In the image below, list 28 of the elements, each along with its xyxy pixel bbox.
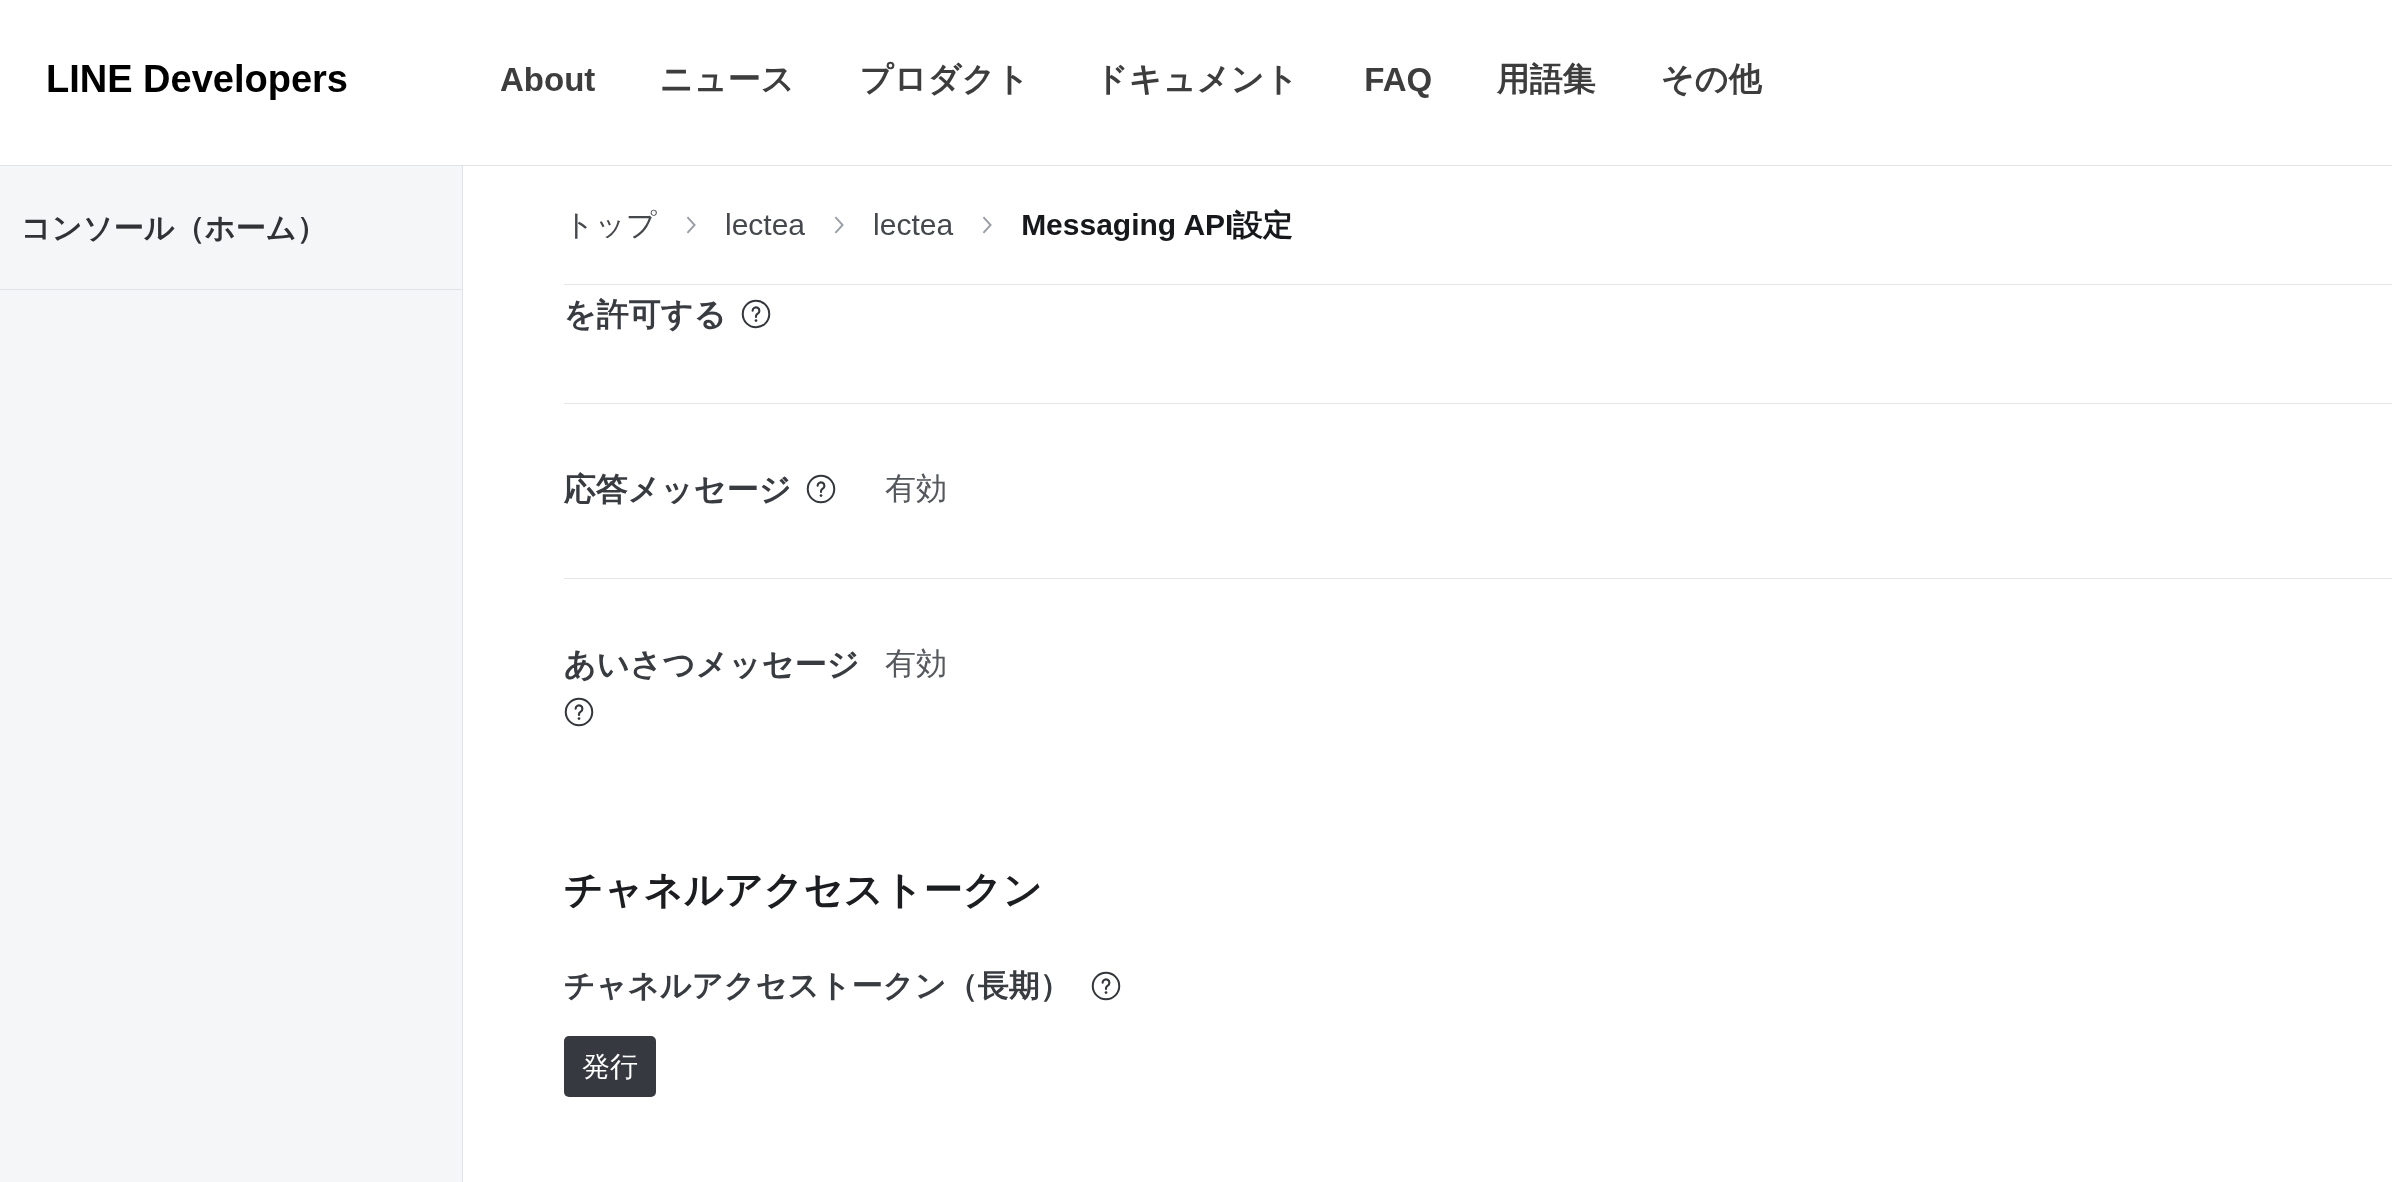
setting-value: 有効 [885, 470, 947, 508]
breadcrumb-link[interactable]: lectea [725, 205, 806, 245]
sidebar-item[interactable]: コンソール（ホーム） [0, 166, 462, 290]
setting-label: 応答メッセージ [564, 470, 792, 508]
setting-label: を許可する [564, 295, 727, 333]
nav-link[interactable]: プロダクト [860, 57, 1031, 102]
nav-link[interactable]: About [500, 60, 596, 99]
field-label: チャネルアクセストークン（長期） [564, 967, 1071, 1005]
help-icon[interactable] [564, 697, 594, 727]
nav-link[interactable]: ドキュメント [1095, 57, 1300, 102]
help-icon[interactable] [741, 299, 771, 329]
setting-value: 有効 [885, 645, 947, 683]
chevron-right-icon [833, 215, 846, 235]
nav-link[interactable]: 用語集 [1497, 57, 1597, 102]
chevron-right-icon [981, 215, 994, 235]
current-page-title: Messaging API設定 [1021, 207, 1294, 243]
nav-link[interactable]: ニュース [660, 57, 796, 102]
nav-link[interactable]: FAQ [1364, 60, 1433, 99]
help-icon[interactable] [806, 474, 836, 504]
setting-label: あいさつメッセージ [564, 645, 860, 683]
help-icon[interactable] [1091, 971, 1121, 1001]
section-heading: チャネルアクセストークン [564, 867, 1043, 913]
chevron-right-icon [685, 215, 697, 235]
issue-button[interactable]: 発行 [564, 1036, 656, 1097]
site-logo[interactable]: LINE Developers [46, 58, 348, 101]
breadcrumb-link[interactable]: トップ [564, 205, 657, 245]
breadcrumb-link[interactable]: lectea [873, 205, 954, 245]
nav-link[interactable]: その他 [1661, 57, 1763, 102]
